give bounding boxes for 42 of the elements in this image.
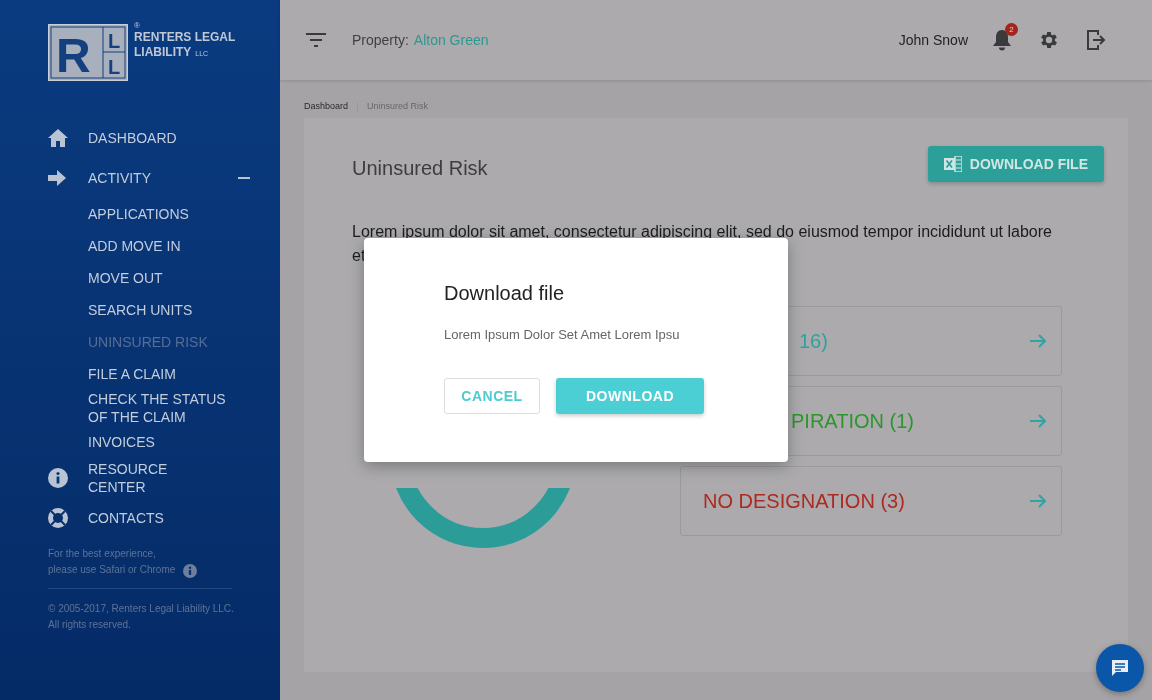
arrow-icon — [48, 170, 66, 186]
info-icon — [48, 468, 68, 488]
nav-item[interactable]: CONTACTS — [48, 498, 250, 538]
nav-item[interactable]: ACTIVITY — [48, 158, 250, 198]
lifebuoy-icon — [48, 508, 68, 528]
notification-badge: 2 — [1005, 23, 1018, 36]
nav-subitem[interactable]: INVOICES — [48, 426, 238, 458]
chat-icon — [1110, 658, 1130, 678]
nav-subitem[interactable]: SEARCH UNITS — [48, 294, 238, 326]
logout-icon[interactable] — [1086, 29, 1106, 51]
registered-mark: ® — [134, 22, 141, 30]
nav-subitem[interactable]: APPLICATIONS — [48, 198, 238, 230]
filter-icon[interactable] — [306, 33, 326, 47]
page-title: Uninsured Risk — [352, 156, 488, 180]
nav-item[interactable]: RESOURCE CENTER — [48, 458, 250, 498]
arrow-icon — [1029, 493, 1047, 509]
browser-note: For the best experience, please use Safari or Chrome — [48, 547, 176, 577]
settings-icon[interactable] — [1038, 29, 1060, 51]
user-name[interactable]: John Snow — [898, 32, 968, 48]
chat-button[interactable] — [1096, 644, 1144, 692]
info-icon[interactable] — [183, 564, 198, 578]
brand-name: LIABILITY — [134, 45, 192, 60]
nav-item[interactable]: DASHBOARD — [48, 118, 250, 158]
arrow-icon — [1029, 413, 1047, 429]
dialog-message: Lorem Ipsum Dolor Set Amet Lorem Ipsu — [444, 327, 681, 342]
description-text: Lorem ipsum dolor sit amet, consectetur adipiscing elit, sed do eiusmod tempor incididunt ut labore et — [352, 222, 1053, 266]
dialog-title: Download file — [444, 282, 566, 305]
nav-subitem[interactable]: ADD MOVE IN — [48, 230, 238, 262]
arrow-icon — [1029, 333, 1047, 349]
spreadsheet-icon — [943, 156, 962, 172]
risk-category-label: NO DESIGNATION (3) — [703, 489, 905, 513]
copyright-text: © 2005-2017, Renters Legal Liability LLC. All rights reserved. — [48, 602, 235, 632]
nav-subitem[interactable]: MOVE OUT — [48, 262, 238, 294]
property-label: Property: — [352, 32, 409, 48]
nav-subitem[interactable]: FILE A CLAIM — [48, 358, 238, 390]
brand-name: RENTERS LEGAL — [134, 30, 236, 45]
home-icon — [48, 129, 68, 147]
risk-category-label: 16) — [799, 329, 828, 353]
nav-subitem[interactable]: CHECK THE STATUS OF THE CLAIM — [48, 390, 238, 426]
notifications-icon[interactable] — [992, 29, 1012, 51]
risk-category-label: PIRATION (1) — [791, 409, 914, 433]
breadcrumb-item[interactable]: Dashboard — [304, 101, 349, 111]
